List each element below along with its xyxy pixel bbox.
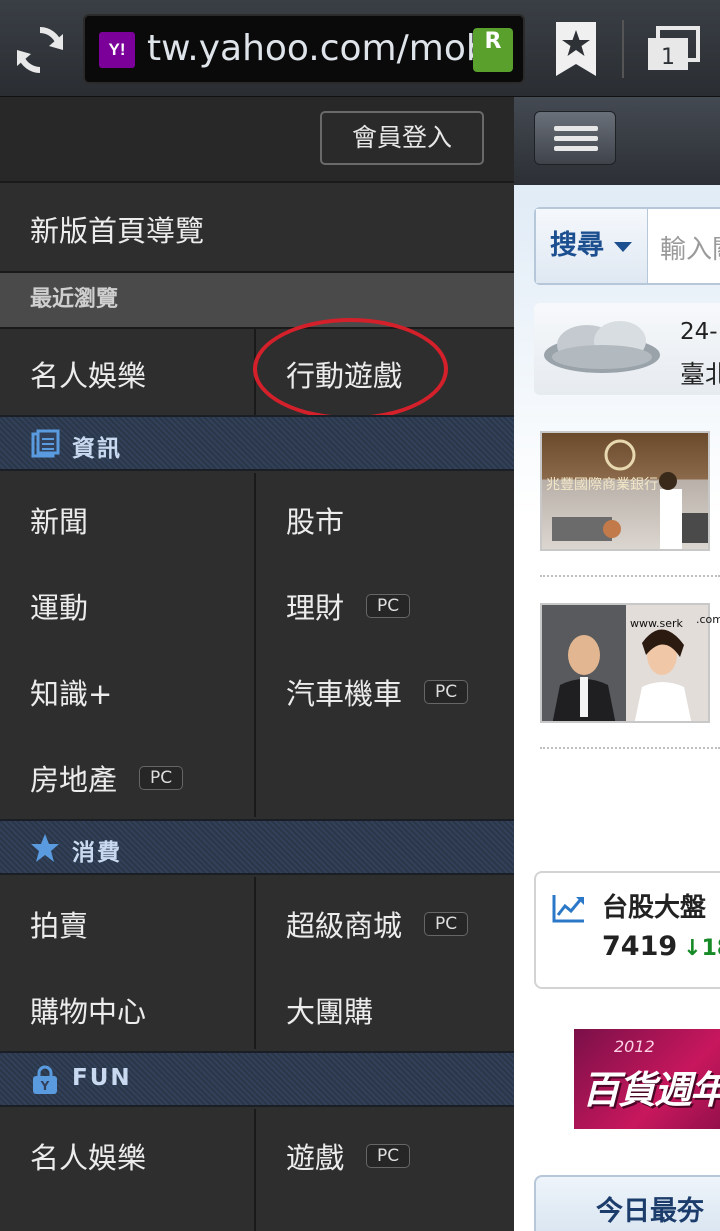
- banner-year: 2012: [614, 1037, 655, 1056]
- weather-card[interactable]: 24- 臺北: [534, 303, 720, 395]
- browser-toolbar: Y! tw.yahoo.com/mob R 1: [0, 0, 720, 97]
- section-title-news: 資訊: [72, 436, 122, 462]
- menu-button[interactable]: [534, 111, 616, 165]
- chevron-down-icon: [614, 241, 632, 252]
- stock-value-row: 7419↓18: [602, 931, 720, 962]
- entertainment-thumbnail[interactable]: www.serk: [540, 603, 710, 723]
- news-thumbnail[interactable]: 兆豐國際商業銀行: [540, 431, 710, 551]
- search-box: 搜尋 輸入關: [534, 207, 720, 285]
- reader-icon[interactable]: R: [473, 28, 513, 72]
- star-icon: [31, 834, 59, 862]
- pc-badge: PC: [139, 766, 184, 790]
- menu-item-celebrity[interactable]: 名人娛樂: [30, 1135, 146, 1177]
- fun-bag-icon: Y: [33, 1065, 57, 1094]
- search-button-label: 搜尋: [550, 230, 604, 261]
- menu-item-autos[interactable]: 汽車機車 PC: [286, 671, 469, 713]
- divider: [0, 181, 514, 183]
- side-drawer: 會員登入 新版首頁導覽 最近瀏覽 名人娛樂 行動遊戲 資訊 新聞 運動 知識+ …: [0, 97, 514, 1231]
- stock-change: ↓18: [683, 936, 720, 961]
- column-divider: [254, 877, 256, 1049]
- bank-photo: 兆豐國際商業銀行: [546, 439, 708, 549]
- weather-city: 臺北: [680, 360, 720, 389]
- menu-item-label: 汽車機車: [286, 677, 403, 711]
- menu-item-label: 理財: [286, 591, 345, 625]
- section-header-fun: Y FUN: [0, 1051, 514, 1107]
- menu-item-super-mall[interactable]: 超級商城 PC: [286, 903, 469, 945]
- tab-count: 1: [661, 45, 675, 70]
- yahoo-favicon-icon: Y!: [99, 32, 135, 68]
- pc-badge: PC: [366, 1144, 411, 1168]
- banner-text: 百貨週年: [582, 1068, 720, 1112]
- page-header: [514, 97, 720, 185]
- section-header-shopping: 消費: [0, 819, 514, 875]
- menu-item-real-estate[interactable]: 房地產 PC: [30, 757, 184, 799]
- today-hot-label: 今日最夯: [596, 1196, 704, 1227]
- homepage-guide-link[interactable]: 新版首頁導覽: [30, 208, 204, 250]
- page-content: 搜尋 輸入關 24- 臺北 兆豐國際商業銀行: [514, 97, 720, 1231]
- recent-header: 最近瀏覽: [0, 273, 514, 327]
- photo-watermark: www.serk: [630, 617, 683, 630]
- column-divider: [254, 473, 256, 817]
- column-divider: [254, 1109, 256, 1231]
- promo-banner[interactable]: 2012 百貨週年: [574, 1029, 720, 1129]
- svg-text:Y: Y: [40, 1079, 50, 1093]
- pc-badge: PC: [424, 680, 469, 704]
- news-icon: [31, 429, 60, 458]
- bookmark-star-icon[interactable]: [556, 22, 596, 76]
- section-header-news: 資訊: [0, 415, 514, 471]
- stock-card[interactable]: 台股大盤 7419↓18: [534, 871, 720, 989]
- menu-item-label: 遊戲: [286, 1141, 345, 1175]
- reload-icon[interactable]: [14, 24, 66, 76]
- menu-item-shopping-center[interactable]: 購物中心: [30, 989, 146, 1031]
- menu-item-label: 超級商城: [286, 909, 403, 943]
- search-input[interactable]: 輸入關: [660, 229, 720, 266]
- annotation-circle: [253, 318, 448, 420]
- stock-value: 7419: [602, 931, 678, 962]
- menu-item-label: 房地產: [30, 763, 118, 797]
- weather-temp: 24-: [680, 319, 718, 345]
- section-title-shopping: 消費: [72, 840, 122, 866]
- reader-badge: R: [484, 29, 502, 54]
- divider: [540, 747, 720, 749]
- toolbar-divider: [622, 20, 624, 78]
- menu-item-answers[interactable]: 知識+: [30, 671, 112, 713]
- tabs-icon[interactable]: 1: [646, 26, 700, 72]
- section-title-fun: FUN: [72, 1065, 132, 1091]
- search-type-button[interactable]: 搜尋: [536, 209, 648, 283]
- divider: [540, 575, 720, 577]
- drawer-header: 會員登入: [0, 97, 514, 181]
- bank-sign-text: 兆豐國際商業銀行: [546, 477, 658, 493]
- pc-badge: PC: [366, 594, 411, 618]
- pc-badge: PC: [424, 912, 469, 936]
- today-hot-button[interactable]: 今日最夯: [534, 1175, 720, 1231]
- recent-item-entertainment[interactable]: 名人娛樂: [30, 353, 146, 395]
- divider: [0, 327, 514, 329]
- photo-watermark-end: .com: [696, 613, 720, 626]
- menu-item-sports[interactable]: 運動: [30, 585, 88, 627]
- hamburger-line: [554, 146, 598, 151]
- menu-item-stocks[interactable]: 股市: [286, 499, 344, 541]
- chart-trend-icon: [552, 895, 584, 923]
- stock-title: 台股大盤: [602, 893, 707, 923]
- menu-item-finance[interactable]: 理財 PC: [286, 585, 411, 627]
- hamburger-line: [554, 136, 598, 141]
- cloud-icon: [544, 321, 660, 373]
- menu-item-news[interactable]: 新聞: [30, 499, 88, 541]
- address-bar[interactable]: Y! tw.yahoo.com/mob R: [83, 14, 525, 84]
- menu-item-games[interactable]: 遊戲 PC: [286, 1135, 411, 1177]
- menu-item-group-buy[interactable]: 大團購: [286, 989, 373, 1031]
- url-text[interactable]: tw.yahoo.com/mob: [147, 28, 489, 69]
- login-button[interactable]: 會員登入: [320, 111, 484, 165]
- hamburger-line: [554, 126, 598, 131]
- celebrity-photo: www.serk: [542, 605, 708, 721]
- menu-item-auction[interactable]: 拍賣: [30, 903, 88, 945]
